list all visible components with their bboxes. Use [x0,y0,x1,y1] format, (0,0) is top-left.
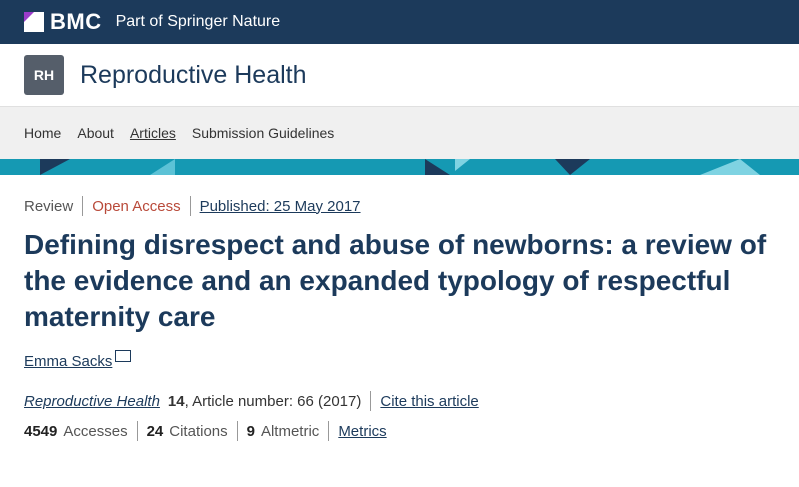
journal-logo-icon[interactable]: RH [24,55,64,95]
article-meta: Review Open Access Published: 25 May 201… [24,193,775,219]
brand-name: BMC [50,9,102,34]
author-link[interactable]: Emma Sacks [24,353,112,370]
accesses-label: Accesses [63,422,128,440]
published-date-link[interactable]: Published: 25 May 2017 [200,198,361,215]
divider [136,421,138,441]
mail-icon[interactable] [115,350,132,362]
citation-line: Reproductive Health 14 , Article number:… [24,389,775,413]
journal-nav: Home About Articles Submission Guideline… [0,107,799,159]
journal-title[interactable]: Reproductive Health [80,61,307,90]
altmetric-label: Altmetric [260,422,320,440]
article-title: Defining disrespect and abuse of newborn… [24,229,767,332]
top-brand-bar: BMC Part of Springer Nature [0,0,799,44]
stripe-pattern [40,159,760,175]
cite-article-link[interactable]: Cite this article [380,393,478,410]
nav-submission-guidelines[interactable]: Submission Guidelines [192,125,334,141]
journal-link[interactable]: Reproductive Health [24,393,160,410]
accesses-count: 4549 [24,422,58,440]
journal-header: RH Reproductive Health [0,44,799,107]
open-access-badge: Open Access [92,197,181,215]
divider [328,421,330,441]
brand-tagline[interactable]: Part of Springer Nature [116,13,281,31]
nav-articles[interactable]: Articles [130,125,176,141]
nav-about[interactable]: About [77,125,114,141]
divider [370,391,372,411]
journal-logo-text: RH [33,67,55,83]
article-metrics: 4549 Accesses 24 Citations 9 Altmetric M… [24,419,775,443]
bmc-mark-icon [24,12,44,32]
article-number: , Article number: 66 (2017) [184,392,362,410]
bmc-logo[interactable]: BMC [24,9,116,35]
divider [189,196,191,216]
divider [236,421,238,441]
divider [82,196,84,216]
author-list: Emma Sacks [24,350,775,371]
metrics-link[interactable]: Metrics [338,423,386,440]
citations-count: 24 [146,422,164,440]
article-header: Review Open Access Published: 25 May 201… [0,175,799,443]
article-type: Review [24,197,74,215]
altmetric-count: 9 [246,422,255,440]
nav-home[interactable]: Home [24,125,61,141]
volume-number: 14 [167,392,185,410]
decorative-stripe [0,159,799,175]
citations-label: Citations [169,422,228,440]
